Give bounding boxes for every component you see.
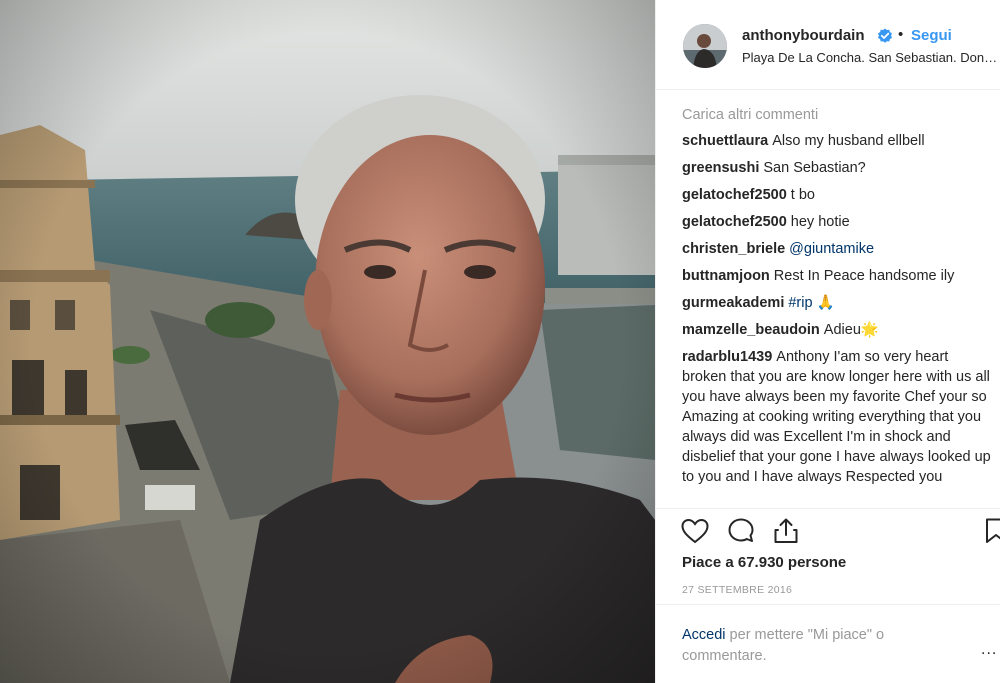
comment-username[interactable]: gurmeakademi bbox=[682, 295, 784, 311]
comment-item: mamzelle_beaudoin Adieu🌟 bbox=[682, 320, 991, 340]
comment-username[interactable]: greensushi bbox=[682, 160, 759, 176]
post-author-username[interactable]: anthonybourdain bbox=[742, 27, 865, 44]
comment-username[interactable]: buttnamjoon bbox=[682, 268, 770, 284]
post-photo[interactable] bbox=[0, 0, 655, 683]
comment-text: Anthony I'am so very heart broken that y… bbox=[682, 349, 991, 485]
comment-hashtag-link[interactable]: #rip bbox=[788, 295, 812, 311]
header-separator: • bbox=[898, 26, 904, 43]
load-more-comments-button[interactable]: Carica altri commenti bbox=[682, 104, 991, 131]
comments-list[interactable]: Carica altri commenti schuettlaura Also m… bbox=[682, 104, 991, 508]
comment-text: Adieu🌟 bbox=[823, 322, 879, 338]
login-prompt-text: Accedi per mettere "Mi piace" o commenta… bbox=[682, 625, 962, 667]
comment-username[interactable]: radarblu1439 bbox=[682, 349, 772, 365]
comment-username[interactable]: gelatochef2500 bbox=[682, 187, 787, 203]
bookmark-icon[interactable] bbox=[981, 516, 1000, 546]
comment-icon[interactable] bbox=[726, 516, 756, 546]
comment-item: gurmeakademi #rip 🙏 bbox=[682, 293, 991, 313]
follow-button[interactable]: Segui bbox=[911, 27, 952, 44]
likes-count[interactable]: Piace a 67.930 persone bbox=[682, 554, 846, 571]
comment-text: hey hotie bbox=[790, 214, 850, 230]
comment-item: greensushi San Sebastian? bbox=[682, 158, 991, 178]
comment-mention-link[interactable]: @giuntamike bbox=[789, 241, 874, 257]
comment-username[interactable]: mamzelle_beaudoin bbox=[682, 322, 820, 338]
post-date: 27 settembre 2016 bbox=[682, 584, 793, 596]
comment-username[interactable]: gelatochef2500 bbox=[682, 214, 787, 230]
selfie-photo bbox=[0, 0, 655, 683]
comment-text: 🙏 bbox=[812, 295, 835, 311]
avatar[interactable] bbox=[683, 24, 727, 68]
comment-text: Also my husband ellbell bbox=[772, 133, 925, 149]
share-icon[interactable] bbox=[771, 516, 801, 546]
post-location[interactable]: Playa De La Concha. San Sebastian. Donos… bbox=[742, 50, 1000, 65]
comment-item: radarblu1439 Anthony I'am so very heart b… bbox=[682, 347, 991, 487]
post-side-panel: anthonybourdain • Segui Playa De La Conc… bbox=[655, 0, 1000, 683]
more-options-button[interactable]: ... bbox=[981, 641, 997, 659]
verified-badge-icon bbox=[877, 28, 893, 44]
comment-item: gelatochef2500 t bo bbox=[682, 185, 991, 205]
post-actions-bar bbox=[656, 508, 1000, 552]
login-prompt: Accedi per mettere "Mi piace" o commenta… bbox=[656, 604, 1000, 683]
heart-icon[interactable] bbox=[680, 516, 710, 546]
comment-item: schuettlaura Also my husband ellbell bbox=[682, 131, 991, 151]
comment-text: Rest In Peace handsome ily bbox=[773, 268, 955, 284]
comment-text: San Sebastian? bbox=[763, 160, 866, 176]
comment-item: buttnamjoon Rest In Peace handsome ily bbox=[682, 266, 991, 286]
comment-text: t bo bbox=[790, 187, 815, 203]
comment-username[interactable]: schuettlaura bbox=[682, 133, 768, 149]
post-header: anthonybourdain • Segui Playa De La Conc… bbox=[656, 0, 1000, 90]
comment-item: christen_briele @giuntamike bbox=[682, 239, 991, 259]
login-link[interactable]: Accedi bbox=[682, 627, 726, 643]
avatar-icon bbox=[683, 24, 727, 68]
comment-item: gelatochef2500 hey hotie bbox=[682, 212, 991, 232]
comment-username[interactable]: christen_briele bbox=[682, 241, 785, 257]
